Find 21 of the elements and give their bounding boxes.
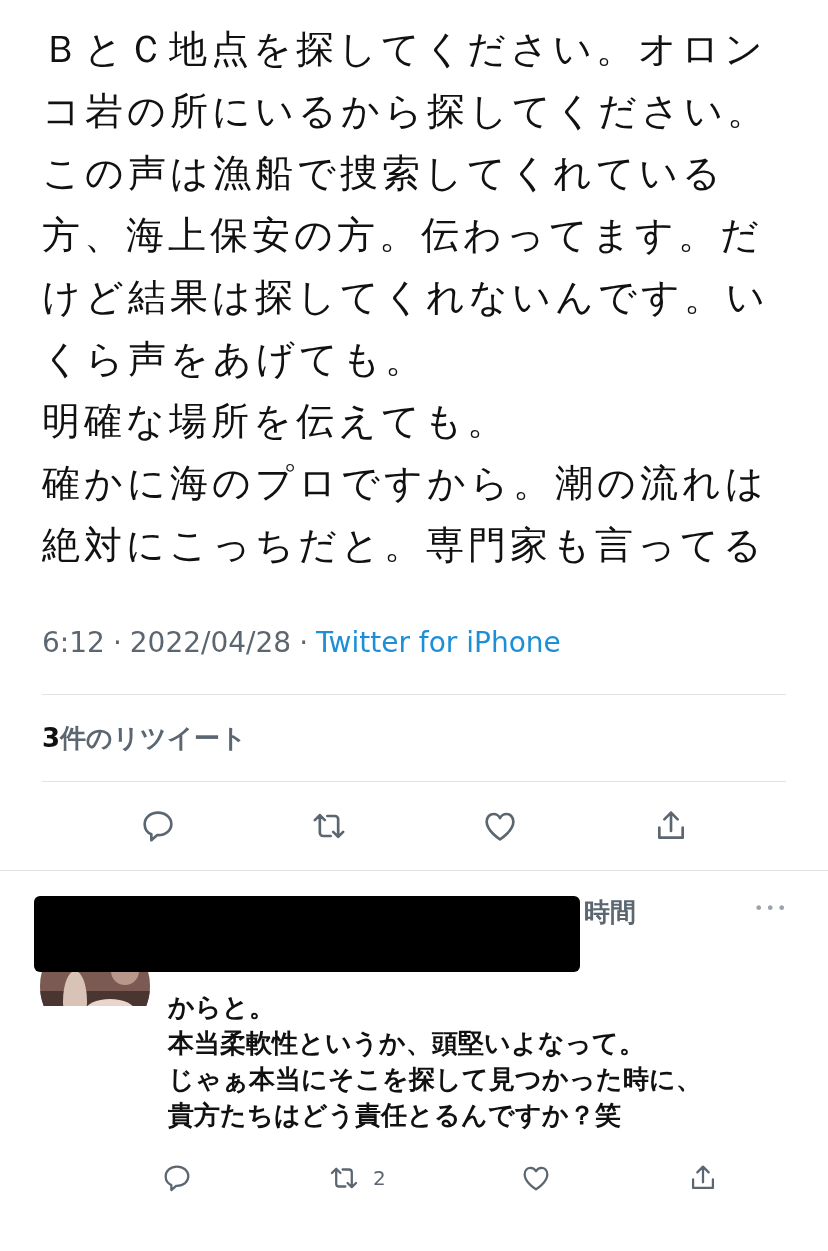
reply-time: 時間: [584, 896, 636, 929]
tweet-text-line: 明確な場所を伝えても。: [42, 398, 510, 445]
separator-dot: ·: [299, 625, 309, 661]
tweet-text-line: 絶対にこっちだと。専門家も言ってる: [42, 522, 767, 569]
tweet-text-line: 確かに海のプロですから。潮の流れは: [42, 460, 769, 507]
tweet-date: 2022/04/28: [129, 625, 292, 661]
retweet-count: 2: [373, 1165, 386, 1192]
tweet-time: 6:12: [42, 625, 105, 661]
separator-dot: ·: [112, 625, 122, 661]
tweet-text-line: ＢとＣ地点を探してください。オロン: [42, 26, 768, 73]
tweet-text-line: 方、海上保安の方。伝わってます。だ: [42, 212, 764, 259]
reply-text-line: 本当柔軟性というか、頭堅いよなって。: [168, 1027, 646, 1060]
reply-text-line: 貴方たちはどう責任とるんですか？笑: [168, 1099, 622, 1132]
tweet-text-line: この声は漁船で捜索してくれている: [42, 150, 726, 197]
tweet-text-line: コ岩の所にいるから探してください。: [42, 88, 770, 135]
source-link[interactable]: Twitter for iPhone: [316, 622, 561, 664]
reply-text-line: じゃぁ本当にそこを探して見つかった時に、: [168, 1063, 702, 1096]
tweet-text-line: くら声をあげても。: [42, 336, 428, 383]
tweet-text-line: けど結果は探してくれないんです。い: [42, 274, 770, 321]
reply-text-line: からと。: [168, 991, 276, 1024]
retweet-label[interactable]: 件のリツイート: [60, 718, 248, 758]
